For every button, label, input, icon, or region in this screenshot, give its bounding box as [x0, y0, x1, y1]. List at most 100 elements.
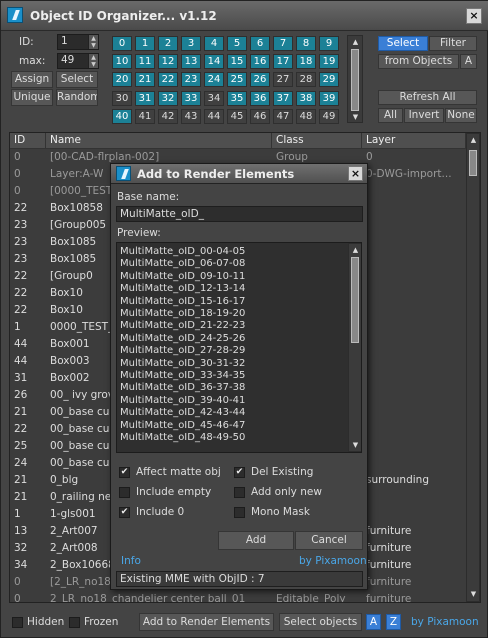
credit-link[interactable]: by Pixamoon: [411, 616, 479, 628]
preview-item[interactable]: MultiMatte_oID_18-19-20: [120, 308, 245, 320]
id-cell[interactable]: 31: [135, 90, 155, 106]
scroll-thumb[interactable]: [351, 257, 359, 343]
preview-item[interactable]: MultiMatte_oID_00-04-05: [120, 246, 245, 258]
mono-mask-checkbox[interactable]: [234, 507, 245, 518]
id-cell[interactable]: 2: [158, 36, 178, 51]
id-cell[interactable]: 7: [273, 36, 293, 51]
preview-item[interactable]: MultiMatte_oID_21-22-23: [120, 320, 245, 332]
preview-item[interactable]: MultiMatte_oID_30-31-32: [120, 358, 245, 370]
id-cell[interactable]: 35: [227, 90, 247, 106]
column-header-id[interactable]: ID: [10, 133, 46, 149]
id-cell[interactable]: 12: [158, 54, 178, 70]
frozen-checkbox[interactable]: [69, 617, 80, 628]
invert-button[interactable]: Invert: [404, 108, 444, 123]
column-header-layer[interactable]: Layer: [362, 133, 466, 149]
scroll-up-icon[interactable]: ▲: [350, 245, 361, 255]
add-render-elements-button[interactable]: Add to Render Elements: [139, 613, 274, 631]
include-empty-checkbox[interactable]: [119, 487, 130, 498]
id-cell[interactable]: 43: [181, 108, 201, 124]
id-cell[interactable]: 26: [250, 72, 270, 88]
id-cell[interactable]: 9: [319, 36, 339, 51]
id-cell[interactable]: 34: [204, 90, 224, 106]
list-scrollbar[interactable]: ▲ ▼: [466, 133, 480, 602]
id-cell[interactable]: 47: [273, 108, 293, 124]
id-cell[interactable]: 42: [158, 108, 178, 124]
id-cell[interactable]: 14: [204, 54, 224, 70]
id-cell[interactable]: 23: [181, 72, 201, 88]
id-cell[interactable]: 1: [135, 36, 155, 51]
id-cell[interactable]: 41: [135, 108, 155, 124]
select-objects-button[interactable]: Select objects: [279, 613, 362, 631]
id-cell[interactable]: 20: [112, 72, 132, 88]
id-cell[interactable]: 8: [296, 36, 316, 51]
id-cell[interactable]: 16: [250, 54, 270, 70]
id-cell[interactable]: 11: [135, 54, 155, 70]
refresh-all-button[interactable]: Refresh All: [378, 90, 477, 105]
id-cell[interactable]: 30: [112, 90, 132, 106]
id-cell[interactable]: 5: [227, 36, 247, 51]
close-button[interactable]: ×: [466, 8, 482, 24]
title-bar[interactable]: Object ID Organizer... v1.12 ×: [1, 1, 488, 31]
none-button[interactable]: None: [445, 108, 477, 123]
id-spinner[interactable]: 1 ▲ ▼: [57, 34, 99, 50]
id-cell[interactable]: 19: [319, 54, 339, 70]
preview-item[interactable]: MultiMatte_oID_45-46-47: [120, 420, 245, 432]
base-name-input[interactable]: MultiMatte_oID_: [116, 206, 363, 222]
id-cell[interactable]: 36: [250, 90, 270, 106]
filter-button[interactable]: Filter: [429, 36, 477, 51]
id-cell[interactable]: 6: [250, 36, 270, 51]
scroll-down-icon[interactable]: ▼: [468, 589, 479, 599]
add-button[interactable]: Add: [218, 531, 294, 550]
id-cell[interactable]: 45: [227, 108, 247, 124]
max-spinner[interactable]: 49 ▲ ▼: [57, 53, 99, 69]
id-cell[interactable]: 15: [227, 54, 247, 70]
preview-item[interactable]: MultiMatte_oID_09-10-11: [120, 271, 245, 283]
id-cell[interactable]: 39: [319, 90, 339, 106]
id-cell[interactable]: 29: [319, 72, 339, 88]
preview-item[interactable]: MultiMatte_oID_12-13-14: [120, 283, 245, 295]
all-button[interactable]: All: [378, 108, 403, 123]
id-cell[interactable]: 44: [204, 108, 224, 124]
scroll-down-icon[interactable]: ▼: [350, 112, 361, 122]
preview-scrollbar[interactable]: ▲ ▼: [348, 243, 361, 452]
grid-scrollbar[interactable]: ▲ ▼: [347, 35, 363, 123]
from-objects-button[interactable]: from Objects: [378, 54, 459, 69]
add-only-new-checkbox[interactable]: [234, 487, 245, 498]
preview-item[interactable]: MultiMatte_oID_15-16-17: [120, 296, 245, 308]
scroll-down-icon[interactable]: ▼: [350, 440, 361, 450]
column-header-class[interactable]: Class: [272, 133, 362, 149]
id-cell[interactable]: 25: [227, 72, 247, 88]
preview-item[interactable]: MultiMatte_oID_27-28-29: [120, 345, 245, 357]
preview-item[interactable]: MultiMatte_oID_39-40-41: [120, 395, 245, 407]
random-button[interactable]: Random: [56, 89, 98, 106]
hidden-checkbox[interactable]: [12, 617, 23, 628]
a-button[interactable]: A: [460, 54, 477, 69]
scroll-up-icon[interactable]: ▲: [350, 37, 361, 47]
id-cell[interactable]: 40: [112, 108, 132, 124]
preview-item[interactable]: MultiMatte_oID_36-37-38: [120, 382, 245, 394]
id-cell[interactable]: 17: [273, 54, 293, 70]
id-cell[interactable]: 4: [204, 36, 224, 51]
sort-a-button[interactable]: A: [366, 614, 381, 630]
del-existing-checkbox[interactable]: ✔: [234, 467, 245, 478]
id-cell[interactable]: 28: [296, 72, 316, 88]
sort-z-button[interactable]: Z: [386, 614, 401, 630]
id-cell[interactable]: 24: [204, 72, 224, 88]
column-header-name[interactable]: Name: [46, 133, 272, 149]
select-mode-button[interactable]: Select: [378, 36, 428, 51]
preview-list[interactable]: MultiMatte_oID_00-04-05 MultiMatte_oID_06…: [116, 242, 362, 453]
id-cell[interactable]: 10: [112, 54, 132, 70]
info-link[interactable]: Info: [121, 555, 141, 567]
scroll-thumb[interactable]: [351, 49, 359, 111]
id-cell[interactable]: 3: [181, 36, 201, 51]
select-id-button[interactable]: Select: [56, 71, 98, 88]
preview-item[interactable]: MultiMatte_oID_24-25-26: [120, 333, 245, 345]
id-cell[interactable]: 22: [158, 72, 178, 88]
spinner-arrows-icon[interactable]: ▲ ▼: [88, 35, 98, 49]
id-cell[interactable]: 32: [158, 90, 178, 106]
id-cell[interactable]: 13: [181, 54, 201, 70]
cancel-button[interactable]: Cancel: [295, 531, 363, 550]
spinner-arrows-icon[interactable]: ▲ ▼: [88, 54, 98, 68]
id-cell[interactable]: 37: [273, 90, 293, 106]
unique-button[interactable]: Unique: [11, 89, 53, 106]
